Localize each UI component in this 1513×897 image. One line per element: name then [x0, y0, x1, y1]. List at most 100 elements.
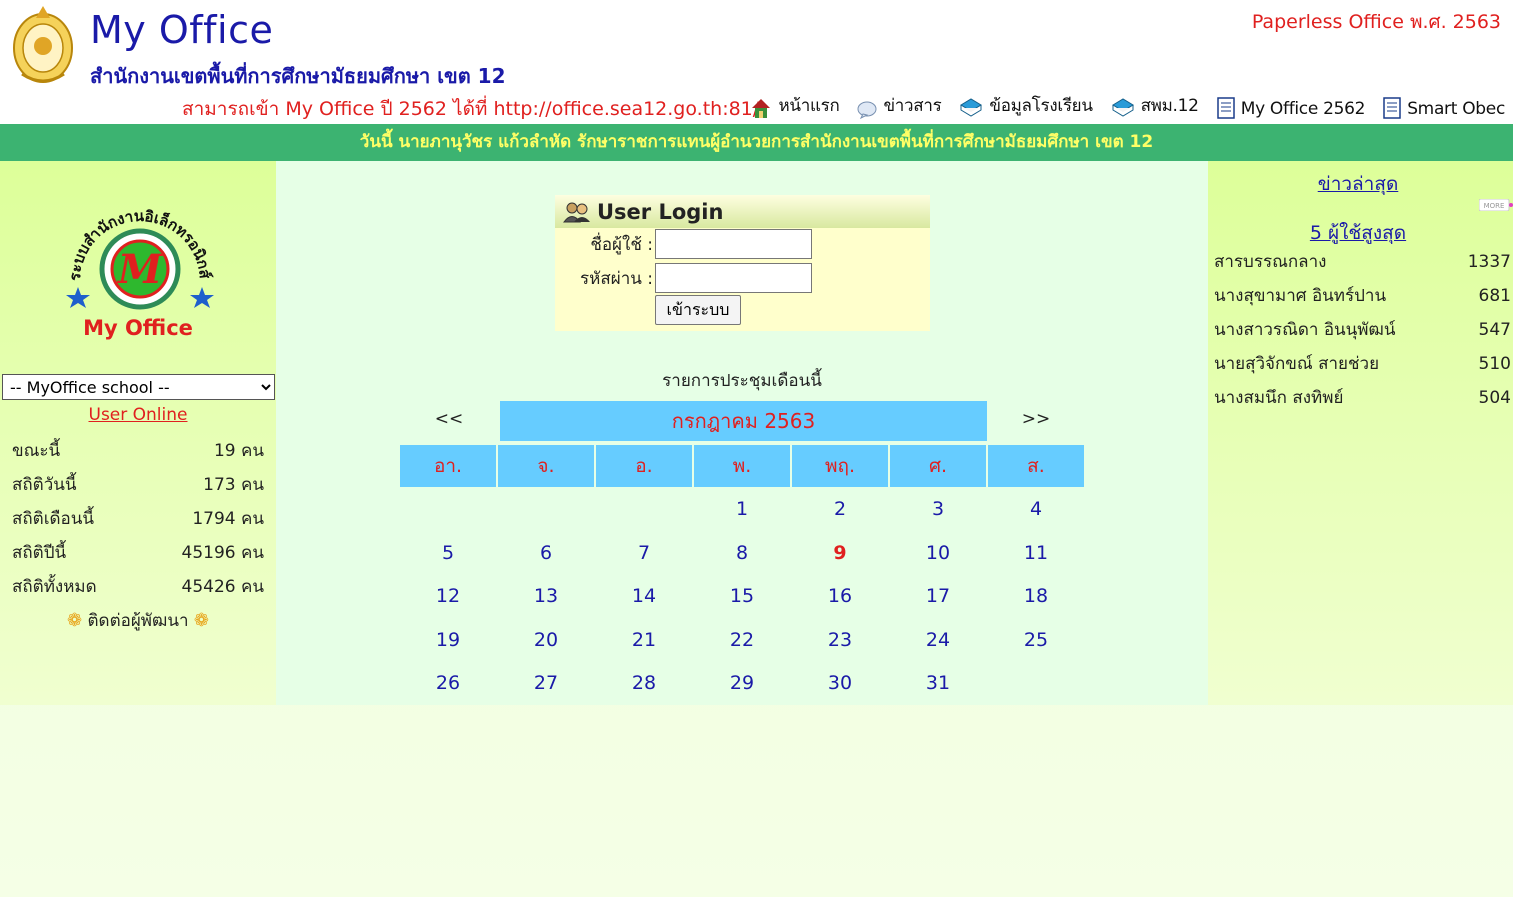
nav-myoffice-2562[interactable]: My Office 2562 — [1216, 97, 1365, 119]
password-input[interactable] — [655, 263, 812, 293]
calendar-day[interactable]: 15 — [694, 574, 790, 617]
document-icon — [1383, 97, 1401, 119]
user-count: 547 — [1478, 320, 1511, 340]
site-title: My Office — [90, 8, 274, 52]
list-item: นางสุขามาศ อินทร์ปาน 681 — [1214, 281, 1511, 315]
legacy-access-link[interactable]: สามารถเข้า My Office ปี 2562 ได้ที่ http… — [182, 94, 759, 124]
username-input[interactable] — [655, 229, 812, 259]
top-users-list: สารบรรณกลาง 1337 นางสุขามาศ อินทร์ปาน 68… — [1214, 247, 1511, 417]
login-header: User Login — [555, 195, 930, 228]
calendar-day[interactable]: 29 — [694, 661, 790, 704]
myoffice-logo-icon: ระบบสำนักงานอิเล็กทรอนิกส์ M My Office — [66, 207, 214, 340]
calendar-day[interactable]: 25 — [988, 618, 1084, 661]
weekday-label: ส. — [988, 445, 1084, 487]
contact-developer-link[interactable]: ❁ ติดต่อผู้พัฒนา ❁ — [0, 607, 276, 634]
calendar-day[interactable]: 28 — [596, 661, 692, 704]
nav-sapom[interactable]: สพม.12 — [1111, 92, 1199, 119]
calendar-day[interactable]: 11 — [988, 531, 1084, 574]
list-item: นางสมนึก สงทิพย์ 504 — [1214, 383, 1511, 417]
calendar-day[interactable]: 6 — [498, 531, 594, 574]
flower-icon: ❁ — [66, 610, 83, 631]
stat-label: สถิติวันนี้ — [12, 475, 77, 495]
calendar-day[interactable]: 20 — [498, 618, 594, 661]
user-count: 681 — [1478, 286, 1511, 306]
calendar-day[interactable]: 5 — [400, 531, 496, 574]
calendar-day[interactable]: 16 — [792, 574, 888, 617]
calendar-next-button[interactable]: >> — [987, 401, 1085, 441]
username-row: ชื่อผู้ใช้ : — [555, 229, 812, 259]
nav-home[interactable]: หน้าแรก — [750, 92, 840, 119]
svg-text:M: M — [116, 246, 164, 293]
calendar-day[interactable]: 1 — [694, 487, 790, 530]
stat-label: สถิติทั้งหมด — [12, 577, 97, 597]
stat-row: สถิติปีนี้ 45196 คน — [12, 539, 264, 573]
contact-developer-label: ติดต่อผู้พัฒนา — [87, 611, 189, 631]
calendar-day[interactable]: 18 — [988, 574, 1084, 617]
nav-smart-obec[interactable]: Smart Obec — [1383, 97, 1505, 119]
list-item: นายสุวิจักขณ์ สายช่วย 510 — [1214, 349, 1511, 383]
calendar-day[interactable]: 31 — [890, 661, 986, 704]
document-icon — [1216, 97, 1235, 119]
user-count: 1337 — [1467, 252, 1511, 272]
weekday-label: พฤ. — [792, 445, 888, 487]
calendar-day[interactable]: 23 — [792, 618, 888, 661]
nav-school-info[interactable]: ข้อมูลโรงเรียน — [959, 92, 1093, 119]
calendar-day[interactable]: 19 — [400, 618, 496, 661]
book-icon — [960, 98, 983, 117]
nav-school-info-label: ข้อมูลโรงเรียน — [989, 96, 1093, 116]
user-online-link[interactable]: User Online — [0, 405, 276, 425]
login-panel: User Login ชื่อผู้ใช้ : รหัสผ่าน : เข้าร… — [555, 195, 930, 331]
list-item: นางสาวรณิดา อินนุพัฒน์ 547 — [1214, 315, 1511, 349]
user-name: นายสุวิจักขณ์ สายช่วย — [1214, 354, 1380, 374]
calendar-day[interactable]: 2 — [792, 487, 888, 530]
calendar-day[interactable]: 27 — [498, 661, 594, 704]
calendar-day[interactable]: 30 — [792, 661, 888, 704]
calendar-day[interactable]: 4 — [988, 487, 1084, 530]
top-users-title: 5 ผู้ใช้สูงสุด — [1309, 222, 1407, 244]
password-row: รหัสผ่าน : — [555, 263, 812, 293]
weekday-label: ศ. — [890, 445, 986, 487]
calendar-day[interactable]: 24 — [890, 618, 986, 661]
more-badge-icon[interactable]: MORE — [1479, 199, 1513, 211]
calendar-day[interactable]: 10 — [890, 531, 986, 574]
calendar-day[interactable]: 17 — [890, 574, 986, 617]
stat-value: 19 คน — [213, 441, 264, 461]
top-nav: หน้าแรก ข่าวสาร ข้อมูลโรงเรียน สพม.12 My… — [750, 92, 1505, 119]
stat-value: 173 คน — [203, 475, 264, 495]
stat-value: 45196 คน — [181, 543, 264, 563]
calendar-day[interactable]: 13 — [498, 574, 594, 617]
stat-value: 45426 คน — [181, 577, 264, 597]
calendar-day[interactable]: 12 — [400, 574, 496, 617]
weekday-label: อ. — [596, 445, 692, 487]
calendar-day[interactable]: 21 — [596, 618, 692, 661]
announcement-bar: วันนี้ นายภานุวัชร แก้วลำหัด รักษาราชการ… — [0, 124, 1513, 161]
nav-news[interactable]: ข่าวสาร — [857, 92, 942, 119]
ministry-emblem-icon — [13, 6, 73, 83]
calendar-day[interactable]: 9 — [792, 531, 888, 574]
visitor-stats: ขณะนี้ 19 คน สถิติวันนี้ 173 คน สถิติเดื… — [12, 437, 264, 607]
calendar-day[interactable]: 22 — [694, 618, 790, 661]
users-icon — [563, 202, 590, 222]
login-title: User Login — [597, 199, 724, 224]
school-select[interactable]: -- MyOffice school -- — [2, 374, 275, 400]
weekday-label: จ. — [498, 445, 594, 487]
user-name: สารบรรณกลาง — [1214, 252, 1327, 272]
user-name: นางสาวรณิดา อินนุพัฒน์ — [1214, 320, 1396, 340]
meeting-caption: รายการประชุมเดือนนี้ — [662, 371, 822, 391]
calendar-day[interactable]: 26 — [400, 661, 496, 704]
stat-row: สถิติเดือนนี้ 1794 คน — [12, 505, 264, 539]
stat-row: ขณะนี้ 19 คน — [12, 437, 264, 471]
calendar-day[interactable]: 7 — [596, 531, 692, 574]
user-count: 510 — [1478, 354, 1511, 374]
speech-bubble-icon — [857, 101, 877, 119]
flower-icon: ❁ — [193, 610, 210, 631]
calendar-day[interactable]: 8 — [694, 531, 790, 574]
calendar-day[interactable]: 3 — [890, 487, 986, 530]
calendar-day[interactable]: 14 — [596, 574, 692, 617]
stat-value: 1794 คน — [192, 509, 264, 529]
calendar-prev-button[interactable]: << — [400, 401, 498, 441]
site-subtitle: สำนักงานเขตพื้นที่การศึกษามัธยมศึกษา เขต… — [90, 64, 506, 88]
latest-news-link[interactable]: ข่าวล่าสุด — [1208, 169, 1508, 199]
paperless-year: Paperless Office พ.ศ. 2563 — [1251, 11, 1501, 33]
login-button[interactable]: เข้าระบบ — [655, 295, 741, 325]
